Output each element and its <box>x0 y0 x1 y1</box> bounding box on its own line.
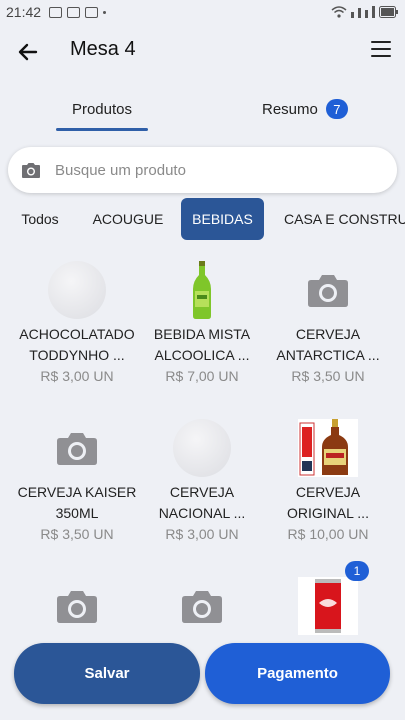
battery-icon <box>379 6 398 18</box>
product-price: R$ 3,00 UN <box>165 526 239 542</box>
active-tab-indicator <box>56 128 148 131</box>
camera-icon <box>57 433 97 465</box>
product-name: CERVEJA ORIGINAL ... <box>287 484 369 521</box>
signal-icon <box>358 8 361 18</box>
product-name: ACHOCOLATADO TODDYNHO ... <box>19 326 135 363</box>
notification-icons <box>49 6 107 18</box>
product-image <box>172 418 232 478</box>
product-image <box>47 260 107 320</box>
product-card[interactable]: 1 <box>264 561 392 636</box>
product-name: CERVEJA NACIONAL ... <box>158 484 246 521</box>
product-card[interactable]: CERVEJA KAISER 350ML R$ 3,50 UN <box>13 418 141 548</box>
system-icons <box>331 6 399 18</box>
payment-button[interactable]: Pagamento <box>205 643 390 704</box>
beer-bottle-image <box>298 419 358 477</box>
product-name: CERVEJA KAISER 350ML <box>17 484 137 521</box>
menu-icon[interactable] <box>371 41 391 59</box>
page-title: Mesa 4 <box>70 38 136 60</box>
image-icon <box>49 6 63 18</box>
product-name: BEBIDA MISTA ALCOOLICA ... <box>153 326 251 363</box>
tab-bar: Produtos Resumo 7 <box>0 86 405 132</box>
button-label: Salvar <box>84 665 130 682</box>
product-card[interactable] <box>13 576 141 636</box>
signal-icon <box>372 6 375 18</box>
product-card[interactable]: CERVEJA NACIONAL ... R$ 3,00 UN <box>138 418 266 548</box>
product-card[interactable]: CERVEJA ANTARCTICA ... R$ 3,50 UN <box>264 260 392 390</box>
notification-icon <box>67 6 81 18</box>
camera-icon[interactable] <box>21 161 41 179</box>
product-price: R$ 3,00 UN <box>40 368 114 384</box>
status-time: 21:42 <box>6 4 42 20</box>
category-todos[interactable]: Todos <box>8 198 72 240</box>
product-image <box>47 418 107 478</box>
product-price: R$ 3,50 UN <box>40 526 114 542</box>
soda-can-image <box>298 577 358 635</box>
product-image <box>298 418 358 478</box>
signal-icon <box>365 10 368 18</box>
quantity-badge: 1 <box>345 561 369 581</box>
dot-icon <box>103 10 107 14</box>
product-image <box>172 576 232 636</box>
product-name: CERVEJA ANTARCTICA ... <box>276 326 380 363</box>
product-card[interactable]: BEBIDA MISTA ALCOOLICA ... R$ 7,00 UN <box>138 260 266 390</box>
category-label: BEBIDAS <box>192 211 253 227</box>
category-label: ACOUGUE <box>92 211 164 227</box>
tab-label: Resumo <box>262 100 318 118</box>
product-card[interactable]: ACHOCOLATADO TODDYNHO ... R$ 3,00 UN <box>13 260 141 390</box>
product-image <box>172 260 232 320</box>
tab-label: Produtos <box>71 100 133 118</box>
placeholder-image <box>48 261 106 319</box>
button-label: Pagamento <box>257 665 338 682</box>
category-bebidas[interactable]: BEBIDAS <box>181 198 264 240</box>
product-image <box>298 260 358 320</box>
bottle-image <box>193 261 211 319</box>
search-bar[interactable]: Busque um produto <box>8 147 397 193</box>
product-image <box>47 576 107 636</box>
camera-icon <box>308 275 348 307</box>
category-filter: Todos ACOUGUE BEBIDAS CASA E CONSTRUC <box>0 198 405 240</box>
app-icon <box>85 6 99 18</box>
placeholder-image <box>173 419 231 477</box>
save-button[interactable]: Salvar <box>14 643 200 704</box>
camera-icon <box>182 591 222 623</box>
wifi-icon <box>331 6 347 18</box>
footer-actions: Salvar Pagamento <box>0 643 405 707</box>
category-label: Todos <box>21 211 59 227</box>
product-price: R$ 3,50 UN <box>291 368 365 384</box>
product-card[interactable] <box>138 576 266 636</box>
app-header: Mesa 4 <box>0 26 405 76</box>
category-acougue[interactable]: ACOUGUE <box>86 198 170 240</box>
tab-resumo[interactable]: Resumo 7 <box>262 86 348 132</box>
search-input[interactable]: Busque um produto <box>55 162 186 179</box>
product-price: R$ 10,00 UN <box>287 526 369 542</box>
back-arrow-icon[interactable] <box>16 40 40 64</box>
product-card[interactable]: CERVEJA ORIGINAL ... R$ 10,00 UN <box>264 418 392 548</box>
tab-produtos[interactable]: Produtos <box>56 86 148 132</box>
category-label: CASA E CONSTRUC <box>284 211 405 227</box>
status-bar: 21:42 <box>0 0 405 24</box>
category-casa-e-construcao[interactable]: CASA E CONSTRUC <box>276 198 405 240</box>
signal-icon <box>351 12 354 18</box>
product-price: R$ 7,00 UN <box>165 368 239 384</box>
count-badge: 7 <box>325 99 348 119</box>
product-image <box>298 576 358 636</box>
camera-icon <box>57 591 97 623</box>
